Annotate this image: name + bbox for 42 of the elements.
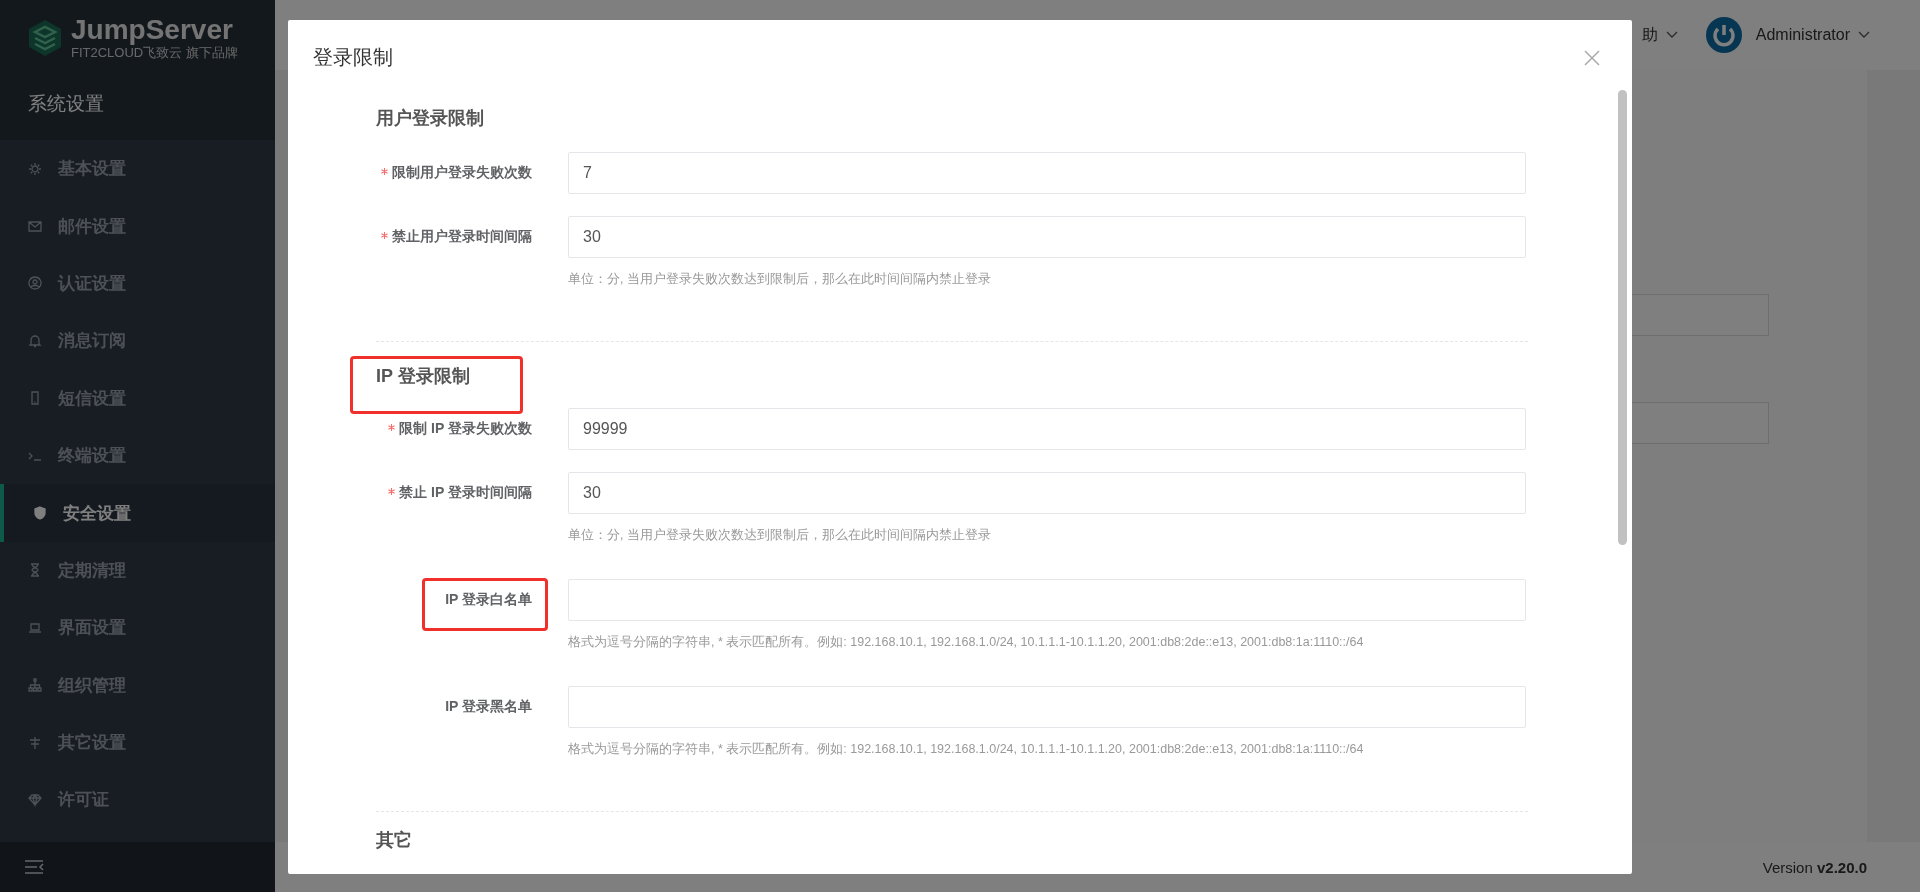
- bell-icon: [28, 333, 42, 348]
- section-title: IP 登录限制: [376, 366, 470, 386]
- input-field[interactable]: 7: [568, 152, 1526, 194]
- field-label: 禁止用户登录时间间隔: [392, 228, 532, 246]
- menu-icon[interactable]: [24, 859, 44, 875]
- help-text: 格式为逗号分隔的字符串, * 表示匹配所有。例如: 192.168.10.1, 192.168.1.0/24, 10.1.1.1-10.1.1.20, 2001:db8:2de::e13, 2001:db8:1a:1110::/64: [568, 634, 1365, 651]
- logo-tagline: FIT2CLOUD飞致云 旗下品牌: [71, 45, 238, 61]
- version-text: Version v2.20.0: [1762, 858, 1867, 876]
- section-title: 其它: [376, 830, 412, 850]
- phone-icon: [28, 391, 42, 406]
- help-text: 格式为逗号分隔的字符串, * 表示匹配所有。例如: 192.168.10.1, 192.168.1.0/24, 10.1.1.1-10.1.1.20, 2001:db8:2de::e13, 2001:db8:1a:1110::/64: [568, 741, 1365, 758]
- laptop-icon: [28, 620, 42, 635]
- shield-icon: [33, 506, 47, 521]
- hourglass-icon: [28, 563, 42, 578]
- dialog-title: 登录限制: [313, 45, 393, 70]
- section-title: 用户登录限制: [376, 108, 484, 128]
- scrollbar-thumb[interactable]: [1618, 90, 1627, 545]
- field-label: IP 登录白名单: [445, 591, 532, 609]
- input-field[interactable]: 30: [568, 472, 1526, 514]
- field-label: 限制 IP 登录失败次数: [399, 420, 532, 438]
- close-icon[interactable]: [1584, 49, 1600, 66]
- avatar-icon[interactable]: [1705, 17, 1742, 53]
- gear-icon: [28, 161, 42, 176]
- input-field[interactable]: 30: [568, 216, 1526, 258]
- input-field[interactable]: [568, 686, 1526, 728]
- caret-icon: [1665, 31, 1678, 39]
- sidebar-heading: 系统设置: [28, 92, 104, 116]
- sitemap-icon: [28, 678, 42, 693]
- envelope-icon: [28, 219, 42, 234]
- help-menu[interactable]: 助: [1641, 24, 1658, 46]
- diamond-icon: [28, 793, 42, 807]
- field-label: 禁止 IP 登录时间间隔: [399, 484, 532, 502]
- logo-wordmark: JumpServer: [71, 15, 234, 45]
- input-field[interactable]: 99999: [568, 408, 1526, 450]
- field-label: 限制用户登录失败次数: [392, 164, 532, 182]
- input-field[interactable]: [568, 579, 1526, 621]
- help-text: 单位：分, 当用户登录失败次数达到限制后，那么在此时间间隔内禁止登录: [568, 271, 992, 288]
- user-menu[interactable]: Administrator: [1755, 26, 1850, 44]
- help-text: 单位：分, 当用户登录失败次数达到限制后，那么在此时间间隔内禁止登录: [568, 527, 992, 544]
- field-label: IP 登录黑名单: [445, 698, 532, 716]
- signpost-icon: [28, 735, 42, 750]
- caret-icon: [1858, 31, 1870, 39]
